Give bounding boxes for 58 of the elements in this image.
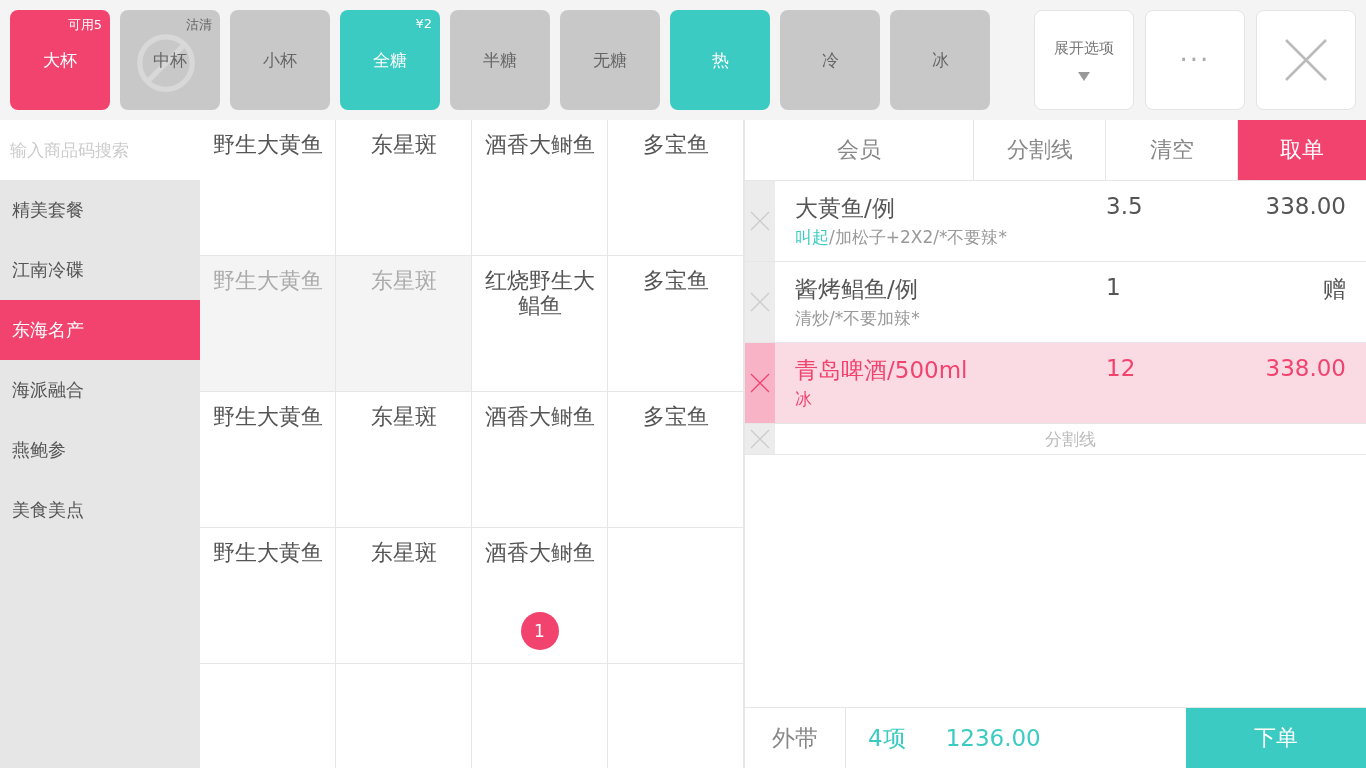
option-button[interactable]: 可用5 大杯 [10, 10, 110, 110]
dish-tile[interactable]: 野生大黄鱼 [200, 120, 336, 256]
option-button[interactable]: 冰 [890, 10, 990, 110]
remove-icon[interactable] [750, 373, 770, 393]
order-row[interactable]: 大黄鱼/例 3.5 338.00 叫起/加松子+2X2/*不要辣* [745, 181, 1366, 262]
option-button[interactable]: 小杯 [230, 10, 330, 110]
item-name: 酱烤鲳鱼/例 [795, 275, 919, 304]
option-button[interactable]: 冷 [780, 10, 880, 110]
dish-tile[interactable]: 东星斑 [336, 392, 472, 528]
option-button[interactable]: 无糖 [560, 10, 660, 110]
count-badge: 1 [520, 612, 559, 650]
order-tab[interactable]: 会员 [745, 120, 974, 180]
item-count: 4项 [868, 723, 906, 753]
caret-icon [1078, 72, 1090, 81]
category-item[interactable]: 江南冷碟 [0, 240, 200, 300]
option-tag: 可用5 [67, 16, 102, 34]
expand-options-button[interactable]: 展开选项 [1034, 10, 1134, 110]
order-tab[interactable]: 取单 [1238, 120, 1366, 180]
dish-tile[interactable]: 酒香大鲥鱼 1 [472, 528, 608, 664]
dish-tile[interactable]: 东星斑 [336, 120, 472, 256]
remove-icon[interactable] [750, 292, 770, 312]
item-name: 青岛啤酒/500ml [795, 356, 969, 385]
item-note: 叫起/加松子+2X2/*不要辣* [795, 226, 1008, 249]
remove-icon[interactable] [750, 429, 770, 449]
category-item[interactable]: 东海名产 [0, 300, 200, 360]
item-quantity: 12 [1106, 355, 1137, 383]
dish-tile[interactable]: 酒香大鲥鱼 [472, 120, 608, 256]
option-button[interactable]: 沽清 中杯 [120, 10, 220, 110]
category-item[interactable]: 精美套餐 [0, 180, 200, 240]
item-price: 赠 [1322, 275, 1346, 304]
item-note: 清炒/*不要加辣* [795, 307, 921, 330]
option-tag: 沽清 [186, 16, 212, 34]
dish-tile[interactable]: 酒香大鲥鱼 [472, 392, 608, 528]
option-button[interactable]: 半糖 [450, 10, 550, 110]
item-name: 大黄鱼/例 [795, 194, 896, 223]
dish-tile[interactable]: 多宝鱼 [608, 120, 744, 256]
option-tag: ¥2 [415, 16, 432, 31]
dish-tile[interactable]: 野生大黄鱼 [200, 392, 336, 528]
order-total: 1236.00 [945, 725, 1042, 751]
order-row[interactable]: 青岛啤酒/500ml 12 338.00 冰 [745, 343, 1366, 424]
dish-tile[interactable]: 红烧野生大鲳鱼 [472, 256, 608, 392]
item-price: 338.00 [1264, 193, 1346, 221]
order-row[interactable]: 酱烤鲳鱼/例 1 赠 清炒/*不要加辣* [745, 262, 1366, 343]
dish-tile[interactable]: 野生大黄鱼 [200, 528, 336, 664]
remove-icon[interactable] [750, 211, 770, 231]
order-tab[interactable]: 分割线 [974, 120, 1106, 180]
item-quantity: 1 [1106, 274, 1122, 302]
item-note: 冰 [795, 388, 813, 411]
dish-tile[interactable]: 多宝鱼 [608, 392, 744, 528]
dish-tile[interactable]: 东星斑 [336, 528, 472, 664]
category-item[interactable]: 美食美点 [0, 480, 200, 540]
category-item[interactable]: 海派融合 [0, 360, 200, 420]
category-item[interactable]: 燕鲍参 [0, 420, 200, 480]
dish-tile[interactable]: 多宝鱼 [608, 256, 744, 392]
close-button[interactable] [1256, 10, 1356, 110]
close-icon [1284, 38, 1328, 82]
item-quantity: 3.5 [1106, 193, 1144, 221]
item-price: 338.00 [1264, 355, 1346, 383]
